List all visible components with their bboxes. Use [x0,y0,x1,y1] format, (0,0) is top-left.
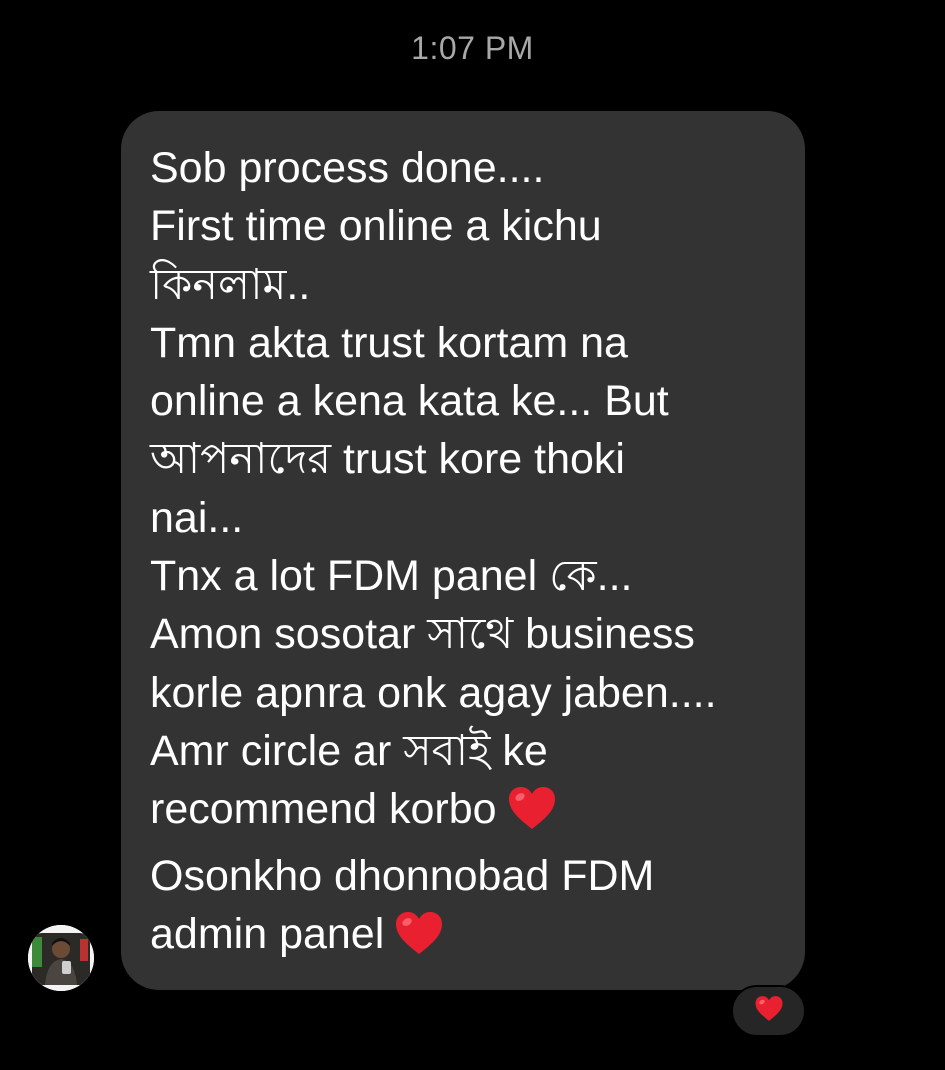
message-line: Amon sosotar সাথে business [150,610,695,659]
message-line: online a kena kata ke... But [150,377,669,426]
message-line: Osonkho dhonnobad FDM [150,851,655,900]
message-line: Sob process done.... [150,144,545,192]
heart-emoji-icon [394,910,444,971]
heart-reaction-icon [754,995,784,1027]
message-line: কিনলাম.. [150,260,311,309]
sender-avatar[interactable] [28,925,94,991]
message-line: nai... [150,493,244,542]
message-line-text: admin panel [150,909,385,958]
message-line: korle apnra onk agay jaben.... [150,668,717,717]
message-line: Tmn akta trust kortam na [150,318,628,367]
message-line: Amr circle ar সবাই ke [150,726,548,775]
avatar-photo-icon [28,925,94,991]
message-line: Tnx a lot FDM panel কে... [150,552,633,601]
reaction-badge[interactable] [731,985,806,1037]
message-timestamp: 1:07 PM [411,30,534,66]
message-line-with-emoji: recommend korbo [150,780,785,846]
message-line: আপনাদের trust kore thoki [150,435,625,484]
message-line-with-emoji: admin panel [150,905,785,971]
heart-emoji-icon [507,785,557,846]
message-line: First time online a kichu [150,202,602,251]
message-line-text: recommend korbo [150,785,497,834]
message-bubble[interactable]: Sob process done.... First time online a… [121,111,805,990]
